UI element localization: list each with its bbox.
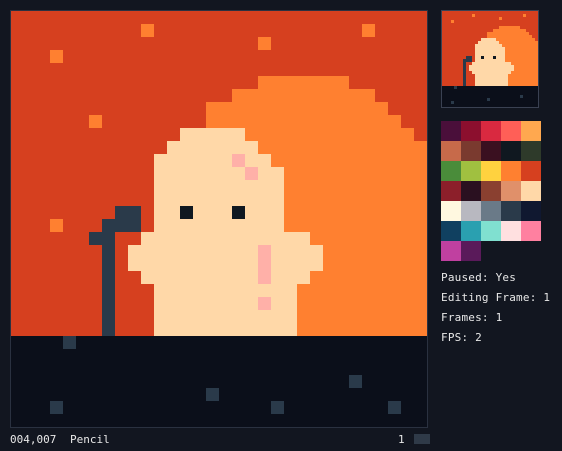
editing-frame-status: Editing Frame: 1 <box>441 291 551 304</box>
palette-swatch[interactable] <box>481 181 501 201</box>
palette-swatch[interactable] <box>461 241 481 261</box>
palette-swatch[interactable] <box>481 141 501 161</box>
bottom-status-bar: 004,007 Pencil 1 <box>10 432 430 448</box>
palette-swatch[interactable] <box>481 161 501 181</box>
palette-swatch[interactable] <box>441 221 461 241</box>
palette-swatch[interactable] <box>481 201 501 221</box>
palette-swatch[interactable] <box>501 221 521 241</box>
palette-swatch[interactable] <box>441 121 461 141</box>
frame-thumbnail[interactable] <box>414 434 430 444</box>
palette-swatch[interactable] <box>501 181 521 201</box>
current-tool: Pencil <box>70 433 110 446</box>
ground-floor <box>11 336 427 427</box>
palette-swatch[interactable] <box>441 141 461 161</box>
status-panel: Paused: Yes Editing Frame: 1 Frames: 1 F… <box>441 268 550 348</box>
palette-swatch[interactable] <box>501 141 521 161</box>
palette-swatch[interactable] <box>441 241 461 261</box>
drawing-canvas[interactable] <box>10 10 428 428</box>
palette-swatch[interactable] <box>521 141 541 161</box>
palette-swatch[interactable] <box>501 161 521 181</box>
palette-swatch[interactable] <box>461 161 481 181</box>
paused-status: Paused: Yes <box>441 271 517 284</box>
palette-swatch[interactable] <box>461 221 481 241</box>
palette-swatch[interactable] <box>481 121 501 141</box>
frames-count-status: Frames: 1 <box>441 311 503 324</box>
palette-swatch[interactable] <box>481 221 501 241</box>
color-palette <box>441 121 545 261</box>
palette-swatch[interactable] <box>441 201 461 221</box>
palette-swatch[interactable] <box>521 121 541 141</box>
palette-swatch[interactable] <box>461 181 481 201</box>
cursor-position: 004,007 <box>10 433 57 446</box>
palette-swatch[interactable] <box>501 201 521 221</box>
palette-swatch[interactable] <box>501 121 521 141</box>
preview-image <box>442 11 538 107</box>
palette-swatch[interactable] <box>521 201 541 221</box>
frame-number: 1 <box>398 433 405 446</box>
palette-swatch[interactable] <box>461 201 481 221</box>
palette-swatch[interactable] <box>521 181 541 201</box>
palette-swatch[interactable] <box>521 161 541 181</box>
palette-swatch[interactable] <box>441 181 461 201</box>
animation-preview <box>441 10 539 108</box>
palette-swatch[interactable] <box>521 221 541 241</box>
palette-swatch[interactable] <box>461 121 481 141</box>
fps-status: FPS: 2 <box>441 331 482 344</box>
palette-swatch[interactable] <box>461 141 481 161</box>
palette-swatch[interactable] <box>441 161 461 181</box>
pixel-art-canvas[interactable] <box>11 11 427 427</box>
